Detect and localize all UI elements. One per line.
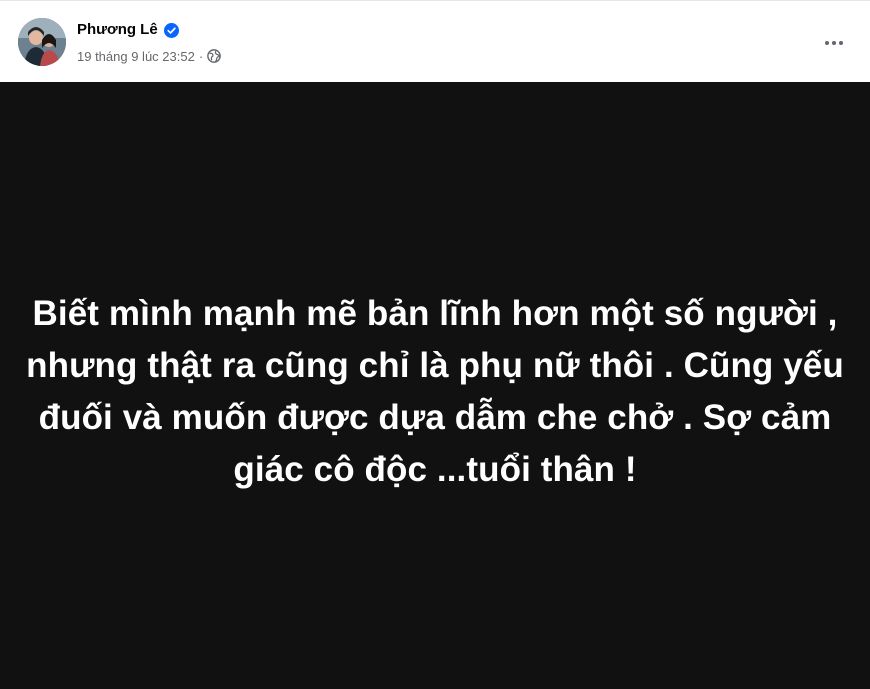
avatar[interactable]: [18, 18, 66, 66]
more-options-dot: [832, 41, 836, 45]
author-row: Phương Lê: [77, 20, 179, 40]
globe-icon[interactable]: [207, 49, 221, 63]
post-meta: 19 tháng 9 lúc 23:52 ·: [77, 47, 221, 65]
avatar-photo: [18, 18, 66, 66]
post-timestamp[interactable]: 19 tháng 9 lúc 23:52: [77, 49, 195, 64]
meta-separator: ·: [198, 48, 204, 64]
facebook-post: Phương Lê 19 tháng 9 lúc 23:52 · Biết mì…: [0, 0, 870, 689]
more-options-dot: [839, 41, 843, 45]
more-options-dot: [825, 41, 829, 45]
post-header: Phương Lê 19 tháng 9 lúc 23:52 ·: [0, 0, 870, 83]
author-name[interactable]: Phương Lê: [77, 20, 158, 40]
verified-badge-icon: [163, 22, 179, 38]
post-text: Biết mình mạnh mẽ bản lĩnh hơn một số ng…: [26, 294, 844, 489]
post-content: Biết mình mạnh mẽ bản lĩnh hơn một số ng…: [0, 82, 870, 689]
more-options-button[interactable]: [816, 25, 852, 61]
